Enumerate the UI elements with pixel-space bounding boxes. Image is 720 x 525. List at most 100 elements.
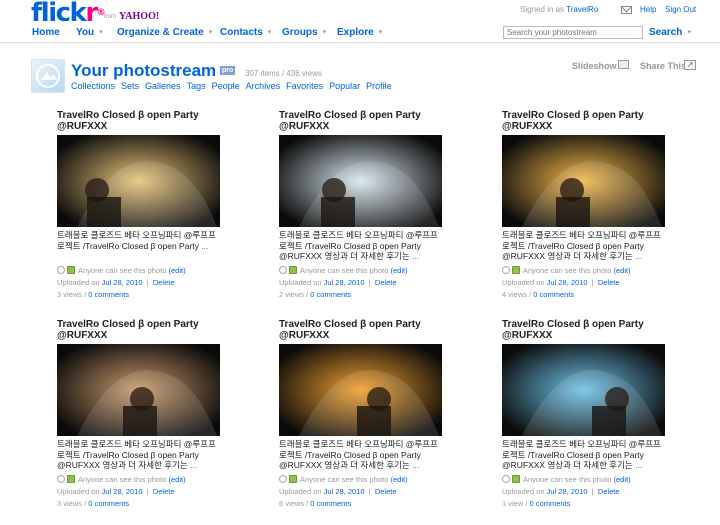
delete-link[interactable]: Delete	[598, 487, 620, 496]
comments-link[interactable]: 0 comments	[88, 290, 129, 299]
upload-date-link[interactable]: Jul 28, 2010	[324, 278, 365, 287]
comments-link[interactable]: 0 comments	[533, 290, 574, 299]
photo-thumbnail[interactable]	[279, 135, 442, 227]
nav-you[interactable]: You ▾	[76, 27, 103, 38]
chevron-down-icon: ▾	[378, 29, 383, 36]
upload-info: Uploaded on Jul 28, 2010 | Delete	[57, 487, 175, 496]
edit-privacy-link[interactable]: (edit)	[391, 475, 408, 484]
delete-link[interactable]: Delete	[598, 278, 620, 287]
more-link[interactable]: ...	[201, 241, 208, 251]
photostream-subnav: Collections Sets Galleries Tags People Archiv…	[71, 81, 398, 91]
more-link[interactable]: ...	[190, 460, 197, 470]
photo-title[interactable]: TravelRo Closed β open Party @RUFXXX	[57, 110, 222, 132]
upload-date-link[interactable]: Jul 28, 2010	[102, 278, 143, 287]
photo-description: 트래블로 클로즈드 베타 오프닝파티 @루프프로젝트 /TravelRo Clo…	[57, 230, 216, 251]
subnav-archives[interactable]: Archives	[246, 81, 281, 91]
buddy-icon[interactable]	[31, 59, 65, 93]
photo-thumbnail[interactable]	[502, 135, 665, 227]
main-nav: Home You ▾ Organize & Create ▾ Contacts ▾ G…	[0, 24, 720, 43]
photo-description: 트래블로 클로즈드 베타 오프닝파티 @루프프로젝트 /TravelRo Clo…	[502, 439, 661, 470]
photo-title[interactable]: TravelRo Closed β open Party @RUFXXX	[279, 110, 444, 132]
edit-privacy-link[interactable]: (edit)	[169, 475, 186, 484]
public-icon	[67, 266, 75, 274]
upload-date-link[interactable]: Jul 28, 2010	[102, 487, 143, 496]
nav-contacts[interactable]: Contacts ▾	[220, 27, 271, 38]
search-input[interactable]	[503, 26, 643, 39]
public-icon	[67, 475, 75, 483]
upload-info: Uploaded on Jul 28, 2010 | Delete	[502, 278, 620, 287]
subnav-profile[interactable]: Profile	[366, 81, 392, 91]
more-link[interactable]: ...	[635, 251, 642, 261]
photo-title[interactable]: TravelRo Closed β open Party @RUFXXX	[279, 319, 444, 341]
photo-title[interactable]: TravelRo Closed β open Party @RUFXXX	[502, 110, 667, 132]
subnav-people[interactable]: People	[212, 81, 240, 91]
nav-home[interactable]: Home	[32, 27, 60, 38]
subnav-tags[interactable]: Tags	[187, 81, 206, 91]
subnav-collections[interactable]: Collections	[71, 81, 115, 91]
edit-privacy-link[interactable]: (edit)	[391, 266, 408, 275]
comments-link[interactable]: 0 comments	[310, 499, 351, 508]
signed-in-status: Signed in as TravelRo	[520, 5, 599, 14]
from-label: from	[104, 14, 116, 20]
delete-link[interactable]: Delete	[153, 278, 175, 287]
subnav-sets[interactable]: Sets	[121, 81, 139, 91]
view-stats: 2 views / 0 comments	[279, 290, 352, 299]
photo-title[interactable]: TravelRo Closed β open Party @RUFXXX	[502, 319, 667, 341]
photo-thumbnail[interactable]	[279, 344, 442, 436]
subnav-favorites[interactable]: Favorites	[286, 81, 323, 91]
creative-commons-icon	[502, 475, 510, 483]
upload-info: Uploaded on Jul 28, 2010 | Delete	[279, 278, 397, 287]
upload-date-link[interactable]: Jul 28, 2010	[547, 487, 588, 496]
nav-explore[interactable]: Explore ▾	[337, 27, 382, 38]
public-icon	[512, 266, 520, 274]
delete-link[interactable]: Delete	[375, 278, 397, 287]
mail-icon[interactable]	[621, 6, 632, 14]
edit-privacy-link[interactable]: (edit)	[614, 475, 631, 484]
subnav-galleries[interactable]: Galleries	[145, 81, 181, 91]
slideshow-link[interactable]: Slideshow	[572, 61, 617, 71]
more-link[interactable]: ...	[635, 460, 642, 470]
edit-privacy-link[interactable]: (edit)	[614, 266, 631, 275]
item-view-counts: 307 items / 436 views	[245, 69, 322, 78]
photo-card: TravelRo Closed β open Party @RUFXXX 트래블로…	[502, 110, 667, 299]
search-button[interactable]: Search ▾	[649, 27, 691, 38]
photo-card: TravelRo Closed β open Party @RUFXXX 트래블로…	[279, 110, 444, 299]
nav-groups[interactable]: Groups ▾	[282, 27, 326, 38]
comments-link[interactable]: 0 comments	[310, 290, 351, 299]
subnav-popular[interactable]: Popular	[329, 81, 360, 91]
edit-privacy-link[interactable]: (edit)	[169, 266, 186, 275]
photo-thumbnail[interactable]	[57, 135, 220, 227]
chevron-down-icon: ▾	[687, 29, 691, 36]
chevron-down-icon: ▾	[322, 29, 327, 36]
sign-out-link[interactable]: Sign Out	[665, 5, 696, 14]
slideshow-icon[interactable]	[618, 60, 629, 69]
photo-description: 트래블로 클로즈드 베타 오프닝파티 @루프프로젝트 /TravelRo Clo…	[502, 230, 661, 261]
view-stats: 4 views / 0 comments	[502, 290, 575, 299]
username-link[interactable]: TravelRo	[566, 5, 598, 14]
view-stats: 3 views / 0 comments	[57, 290, 130, 299]
upload-date-link[interactable]: Jul 28, 2010	[547, 278, 588, 287]
privacy-status: Anyone can see this photo (edit)	[279, 266, 408, 275]
creative-commons-icon	[279, 266, 287, 274]
share-arrow-icon[interactable]: ↗	[684, 60, 696, 70]
photo-thumbnail[interactable]	[502, 344, 665, 436]
view-stats: 1 view / 0 comments	[502, 499, 571, 508]
view-stats: 6 views / 0 comments	[279, 499, 352, 508]
comments-link[interactable]: 0 comments	[88, 499, 129, 508]
more-link[interactable]: ...	[412, 251, 419, 261]
delete-link[interactable]: Delete	[375, 487, 397, 496]
nav-organize-create[interactable]: Organize & Create ▾	[117, 27, 212, 38]
chevron-down-icon: ▾	[267, 29, 272, 36]
flickr-logo[interactable]: flickr®	[31, 0, 106, 26]
photo-card: TravelRo Closed β open Party @RUFXXX 트래블로…	[279, 319, 444, 508]
photo-thumbnail[interactable]	[57, 344, 220, 436]
comments-link[interactable]: 0 comments	[530, 499, 571, 508]
share-this-link[interactable]: Share This	[640, 61, 686, 71]
help-link[interactable]: Help	[640, 5, 656, 14]
photo-description: 트래블로 클로즈드 베타 오프닝파티 @루프프로젝트 /TravelRo Clo…	[279, 230, 438, 261]
upload-date-link[interactable]: Jul 28, 2010	[324, 487, 365, 496]
photo-title[interactable]: TravelRo Closed β open Party @RUFXXX	[57, 319, 222, 341]
delete-link[interactable]: Delete	[153, 487, 175, 496]
more-link[interactable]: ...	[412, 460, 419, 470]
yahoo-logo: YAHOO!	[119, 11, 160, 22]
